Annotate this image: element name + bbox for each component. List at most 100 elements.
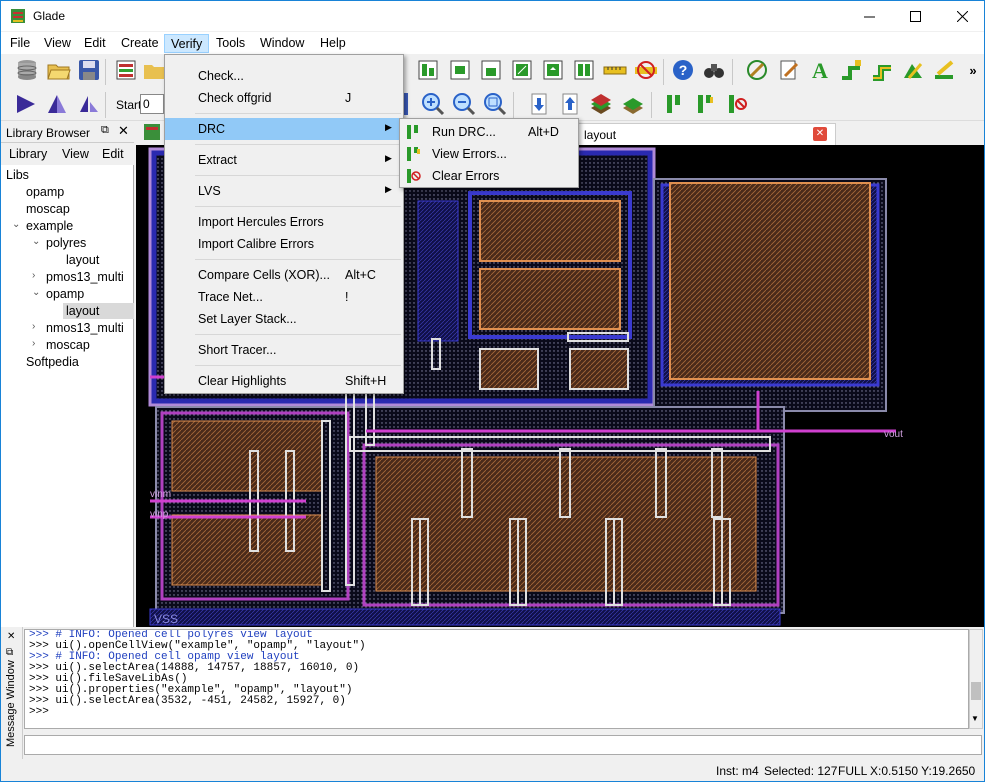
message-log[interactable]: >>> # INFO: Opened cell polyres view lay… — [24, 629, 969, 729]
tree-item[interactable]: opamp — [1, 184, 134, 201]
draw-path-button[interactable] — [744, 57, 770, 83]
polygon-button[interactable] — [900, 57, 926, 83]
collapse-chevron-icon[interactable]: › — [32, 270, 35, 281]
push-cell-button[interactable] — [540, 57, 566, 83]
maximize-button[interactable] — [892, 1, 938, 31]
rotate-icon — [80, 96, 98, 112]
collapse-chevron-icon[interactable]: › — [32, 321, 35, 332]
tree-item[interactable]: Libs — [1, 167, 134, 184]
push-down-button[interactable] — [526, 91, 552, 117]
menu-item-extract[interactable]: Extract ▶ — [165, 149, 403, 171]
tree-item[interactable]: › nmos13_multi — [1, 320, 134, 337]
menu-item-import-hercules-errors[interactable]: Import Hercules Errors — [165, 211, 403, 233]
tree-item[interactable]: ⌄ opamp — [1, 286, 134, 303]
message-window: ✕ ⧉ Message Window >>> # INFO: Opened ce… — [1, 627, 984, 759]
toolbar-overflow-button[interactable]: » — [963, 57, 983, 83]
menu-tools[interactable]: Tools — [210, 34, 251, 53]
menu-help[interactable]: Help — [314, 34, 352, 53]
array-button[interactable] — [571, 57, 597, 83]
via-button[interactable] — [478, 57, 504, 83]
menu-item-check[interactable]: Check... — [165, 65, 403, 87]
pop-up-button[interactable] — [557, 91, 583, 117]
float-icon[interactable]: ⧉ — [101, 124, 109, 137]
tab-edit[interactable]: Edit — [102, 147, 124, 161]
tab-layout[interactable]: layout ✕ — [576, 123, 836, 145]
command-input[interactable] — [24, 735, 982, 755]
menu-item-compare-cells-xor[interactable]: Compare Cells (XOR)... Alt+C — [165, 264, 403, 286]
help-button[interactable]: ? — [670, 57, 696, 83]
rotate-button[interactable] — [75, 91, 101, 117]
dock-close-icon[interactable]: ✕ — [118, 123, 129, 139]
cell-view-button[interactable] — [113, 57, 139, 83]
save-icon — [79, 60, 99, 80]
menu-edit[interactable]: Edit — [78, 34, 112, 53]
clear-errors-item[interactable]: Clear Errors — [400, 165, 578, 187]
tab-view[interactable]: View — [62, 147, 89, 161]
database-button[interactable] — [14, 57, 40, 83]
save-button[interactable] — [76, 57, 102, 83]
label-button[interactable]: A — [807, 57, 833, 83]
wire-button[interactable] — [838, 57, 864, 83]
menu-item-drc[interactable]: DRC ▶ — [165, 118, 403, 140]
tree-item[interactable]: ⌄ polyres — [1, 235, 134, 252]
tree-item-label: Libs — [6, 168, 29, 182]
tab-close-icon[interactable]: ✕ — [813, 127, 827, 141]
tree-item[interactable]: layout — [1, 303, 134, 320]
minimize-button[interactable] — [846, 1, 892, 31]
menu-item-clear-highlights[interactable]: Clear Highlights Shift+H — [165, 370, 403, 392]
menu-item-short-tracer[interactable]: Short Tracer... — [165, 339, 403, 361]
zoom-in-button[interactable] — [420, 91, 446, 117]
expand-chevron-icon[interactable]: ⌄ — [32, 287, 40, 298]
tree-item[interactable]: layout — [1, 252, 134, 269]
tree-item[interactable]: › pmos13_multi — [1, 269, 134, 286]
drc-clear-button[interactable] — [724, 91, 750, 117]
message-scrollbar[interactable]: ▼ — [969, 629, 983, 729]
edit-cell-button[interactable] — [509, 57, 535, 83]
tree-item[interactable]: Softpedia — [1, 354, 134, 371]
open-button[interactable] — [46, 57, 72, 83]
drc-view-button[interactable] — [693, 91, 719, 117]
menu-verify[interactable]: Verify — [164, 34, 210, 53]
find-button[interactable] — [701, 57, 727, 83]
pin-button[interactable] — [447, 57, 473, 83]
expand-chevron-icon[interactable]: ⌄ — [32, 236, 40, 247]
view-errors-item[interactable]: View Errors... — [400, 143, 578, 165]
vinp-label: vinp — [150, 509, 169, 520]
clear-ruler-button[interactable] — [633, 57, 659, 83]
tree-item[interactable]: ⌄ example — [1, 218, 134, 235]
start-input[interactable]: 0 — [140, 94, 164, 114]
menu-item-set-layer-stack[interactable]: Set Layer Stack... — [165, 308, 403, 330]
menu-item-trace-net[interactable]: Trace Net...! — [165, 286, 403, 308]
scroll-down-icon[interactable]: ▼ — [971, 714, 979, 723]
close-button[interactable] — [939, 1, 984, 31]
menu-item-check-offgrid[interactable]: Check offgrid J — [165, 87, 403, 109]
menu-item-import-calibre-errors[interactable]: Import Calibre Errors — [165, 233, 403, 255]
layers-button[interactable] — [588, 91, 614, 117]
menu-view[interactable]: View — [38, 34, 77, 53]
tree-item-label: pmos13_multi — [46, 270, 124, 284]
menu-window[interactable]: Window — [254, 34, 310, 53]
menu-item-lvs[interactable]: LVS ▶ — [165, 180, 403, 202]
bus-button[interactable] — [869, 57, 895, 83]
dock-close-icon[interactable]: ✕ — [7, 631, 15, 642]
instance-button[interactable] — [415, 57, 441, 83]
menu-file[interactable]: File — [4, 34, 36, 53]
ruler-button[interactable] — [602, 57, 628, 83]
tab-library[interactable]: Library — [9, 147, 47, 161]
draw-rect-button[interactable] — [776, 57, 802, 83]
expand-chevron-icon[interactable]: ⌄ — [12, 219, 20, 230]
run-drc-item[interactable]: Run DRC... Alt+D — [400, 121, 578, 143]
scroll-thumb[interactable] — [971, 682, 981, 700]
flip-y-button[interactable] — [44, 91, 70, 117]
zoom-fit-button[interactable] — [482, 91, 508, 117]
collapse-chevron-icon[interactable]: › — [32, 338, 35, 349]
edit-button[interactable] — [931, 57, 957, 83]
float-icon[interactable]: ⧉ — [6, 647, 13, 658]
layers-stack-button[interactable] — [620, 91, 646, 117]
flip-x-button[interactable] — [13, 91, 39, 117]
menu-create[interactable]: Create — [115, 34, 165, 53]
tree-item[interactable]: moscap — [1, 201, 134, 218]
drc-run-button[interactable] — [662, 91, 688, 117]
tree-item[interactable]: › moscap — [1, 337, 134, 354]
zoom-out-button[interactable] — [451, 91, 477, 117]
